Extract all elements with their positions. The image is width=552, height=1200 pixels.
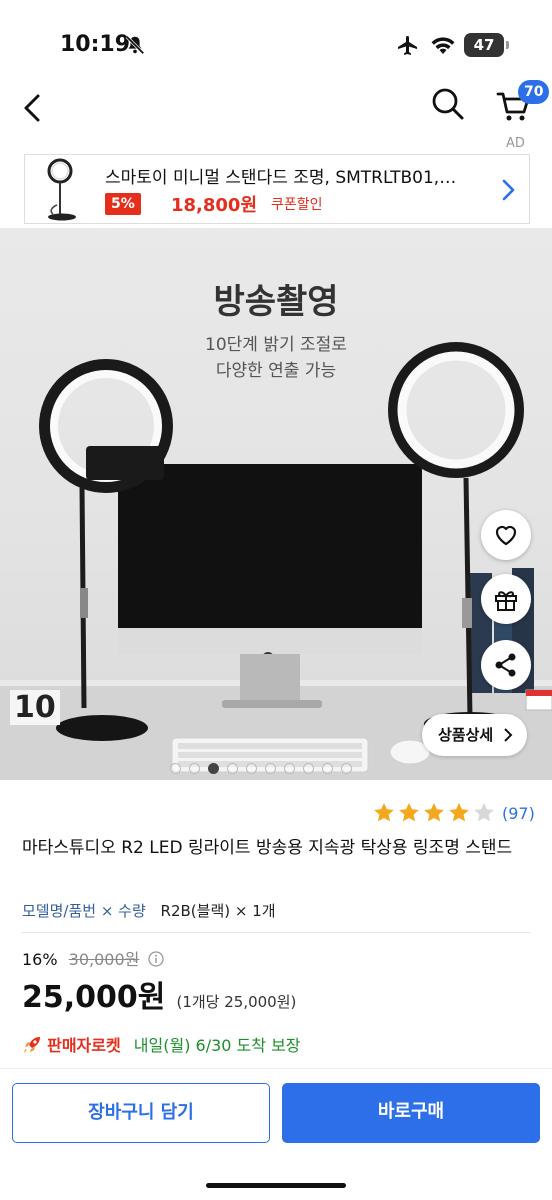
carousel-dot[interactable] <box>322 763 333 774</box>
carousel-dot[interactable] <box>265 763 276 774</box>
status-bar: 10:19 47 <box>0 0 552 80</box>
bottom-action-bar: 장바구니 담기 바로구매 <box>0 1068 552 1200</box>
delivery-info: 판매자로켓 내일(월) 6/30 도착 보장 <box>22 1032 301 1056</box>
battery-indicator: 47 <box>464 33 509 57</box>
back-arrow-icon[interactable] <box>18 88 50 128</box>
ad-product-image <box>47 158 76 221</box>
option-label: 모델명/품번 × 수량 <box>22 902 146 920</box>
ad-title: 스마토이 미니멀 스탠다드 조명, SMTRLTB01,… <box>105 168 457 188</box>
star-icon <box>424 803 444 822</box>
carousel-dot[interactable] <box>246 763 257 774</box>
heart-icon <box>495 525 517 546</box>
carousel-dot[interactable] <box>170 763 181 774</box>
product-image-carousel[interactable]: 방송촬영 10단계 밝기 조절로 다양한 연출 가능 10 상품상세 <box>0 228 552 780</box>
home-indicator <box>206 1183 346 1188</box>
sale-price: 25,000원 <box>22 980 166 1015</box>
gift-icon <box>495 591 517 611</box>
share-icon <box>495 653 516 677</box>
product-detail-label: 상품상세 <box>438 726 494 744</box>
discount-line: 16% 30,000원 <box>22 946 165 970</box>
hero-title: 방송촬영 <box>213 282 339 322</box>
ad-price: 18,800원 <box>171 195 258 216</box>
ad-banner[interactable]: 스마토이 미니멀 스탠다드 조명, SMTRLTB01,… 5% 18,800원… <box>24 154 530 224</box>
option-selector[interactable]: 모델명/품번 × 수량 R2B(블랙) × 1개 <box>22 900 276 921</box>
hero-desk-number: 10 <box>10 690 60 725</box>
product-detail-button[interactable]: 상품상세 <box>422 714 528 756</box>
top-nav: 70 AD <box>0 80 552 151</box>
ad-coupon-label: 쿠폰할인 <box>271 197 323 213</box>
star-icon <box>449 803 469 822</box>
wishlist-button[interactable] <box>481 510 531 560</box>
price-line: 25,000원 (1개당 25,000원) <box>22 972 296 1016</box>
hero-subtitle-1: 10단계 밝기 조절로 <box>205 335 347 355</box>
option-value: R2B(블랙) × 1개 <box>160 902 276 920</box>
product-title: 마타스튜디오 R2 LED 링라이트 방송용 지속광 탁상용 링조명 스탠드 <box>22 838 513 858</box>
chevron-right-icon <box>502 179 515 201</box>
cart-count-badge: 70 <box>518 80 550 104</box>
product-rating[interactable]: (97) <box>372 800 535 826</box>
star-icon <box>474 803 494 822</box>
rocket-icon <box>24 1037 40 1053</box>
gift-button[interactable] <box>481 574 531 624</box>
bell-muted-icon <box>125 35 145 55</box>
chevron-right-icon <box>504 728 513 742</box>
carousel-pagination <box>170 763 352 775</box>
rocket-delivery-badge: 판매자로켓 <box>47 1036 121 1055</box>
star-icon <box>374 803 394 822</box>
share-button[interactable] <box>481 640 531 690</box>
search-icon[interactable] <box>430 86 466 122</box>
star-icon <box>399 803 419 822</box>
carousel-dot[interactable] <box>189 763 200 774</box>
buy-now-button[interactable]: 바로구매 <box>282 1083 540 1143</box>
wifi-icon <box>431 37 455 54</box>
ad-label: AD <box>506 136 525 151</box>
ad-discount-badge: 5% <box>105 193 141 215</box>
carousel-dot[interactable] <box>284 763 295 774</box>
original-price: 30,000원 <box>68 950 140 969</box>
airplane-icon <box>398 36 417 55</box>
add-to-cart-button[interactable]: 장바구니 담기 <box>12 1083 270 1143</box>
carousel-dot[interactable] <box>208 763 219 774</box>
review-count[interactable]: (97) <box>502 804 535 823</box>
status-time: 10:19 <box>60 32 131 57</box>
divider <box>22 932 530 933</box>
hero-subtitle-2: 다양한 연출 가능 <box>215 361 337 381</box>
discount-rate: 16% <box>22 950 58 969</box>
carousel-dot[interactable] <box>227 763 238 774</box>
info-icon[interactable] <box>148 951 165 967</box>
arrival-date: 내일(월) 6/30 도착 보장 <box>133 1036 301 1055</box>
unit-price: (1개당 25,000원) <box>176 993 297 1011</box>
carousel-dot[interactable] <box>303 763 314 774</box>
carousel-dot[interactable] <box>341 763 352 774</box>
